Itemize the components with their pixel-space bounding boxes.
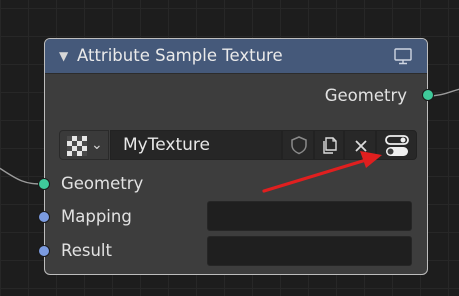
duplicate-button[interactable] — [314, 130, 344, 160]
chevron-down-icon: ⌄ — [91, 137, 103, 153]
texture-selector[interactable]: ⌄ MyTexture — [59, 130, 417, 160]
input-mapping-label: Mapping — [61, 207, 132, 226]
texture-browse-button[interactable]: ⌄ — [59, 130, 109, 160]
output-geometry-socket[interactable] — [422, 89, 434, 101]
input-result-socket[interactable] — [38, 245, 50, 257]
result-field[interactable] — [207, 236, 412, 266]
node-title: Attribute Sample Texture — [77, 46, 283, 65]
input-geometry-label: Geometry — [61, 174, 144, 193]
duplicate-icon — [323, 137, 337, 154]
node-editor-canvas[interactable]: ▼ Attribute Sample Texture Geometry ⌄ My… — [0, 0, 459, 296]
checkerboard-icon — [67, 136, 87, 156]
triangle-down-icon[interactable]: ▼ — [59, 47, 68, 65]
fake-user-shield-icon — [291, 136, 307, 155]
unlink-button[interactable] — [344, 130, 376, 160]
node-header[interactable]: ▼ Attribute Sample Texture — [45, 39, 427, 74]
mapping-field[interactable] — [207, 201, 412, 231]
texture-name-field[interactable]: MyTexture — [110, 130, 282, 160]
input-geometry-socket[interactable] — [38, 178, 50, 190]
properties-toggle-icon — [385, 135, 409, 156]
fake-user-button[interactable] — [282, 130, 314, 160]
output-geometry-label: Geometry — [324, 86, 407, 105]
properties-toggle-button[interactable] — [376, 130, 417, 160]
input-result-label: Result — [61, 241, 112, 260]
monitor-icon[interactable] — [393, 46, 413, 66]
input-mapping-socket[interactable] — [38, 211, 50, 223]
unlink-x-icon — [355, 140, 367, 152]
attribute-sample-texture-node[interactable]: ▼ Attribute Sample Texture Geometry ⌄ My… — [44, 38, 428, 275]
